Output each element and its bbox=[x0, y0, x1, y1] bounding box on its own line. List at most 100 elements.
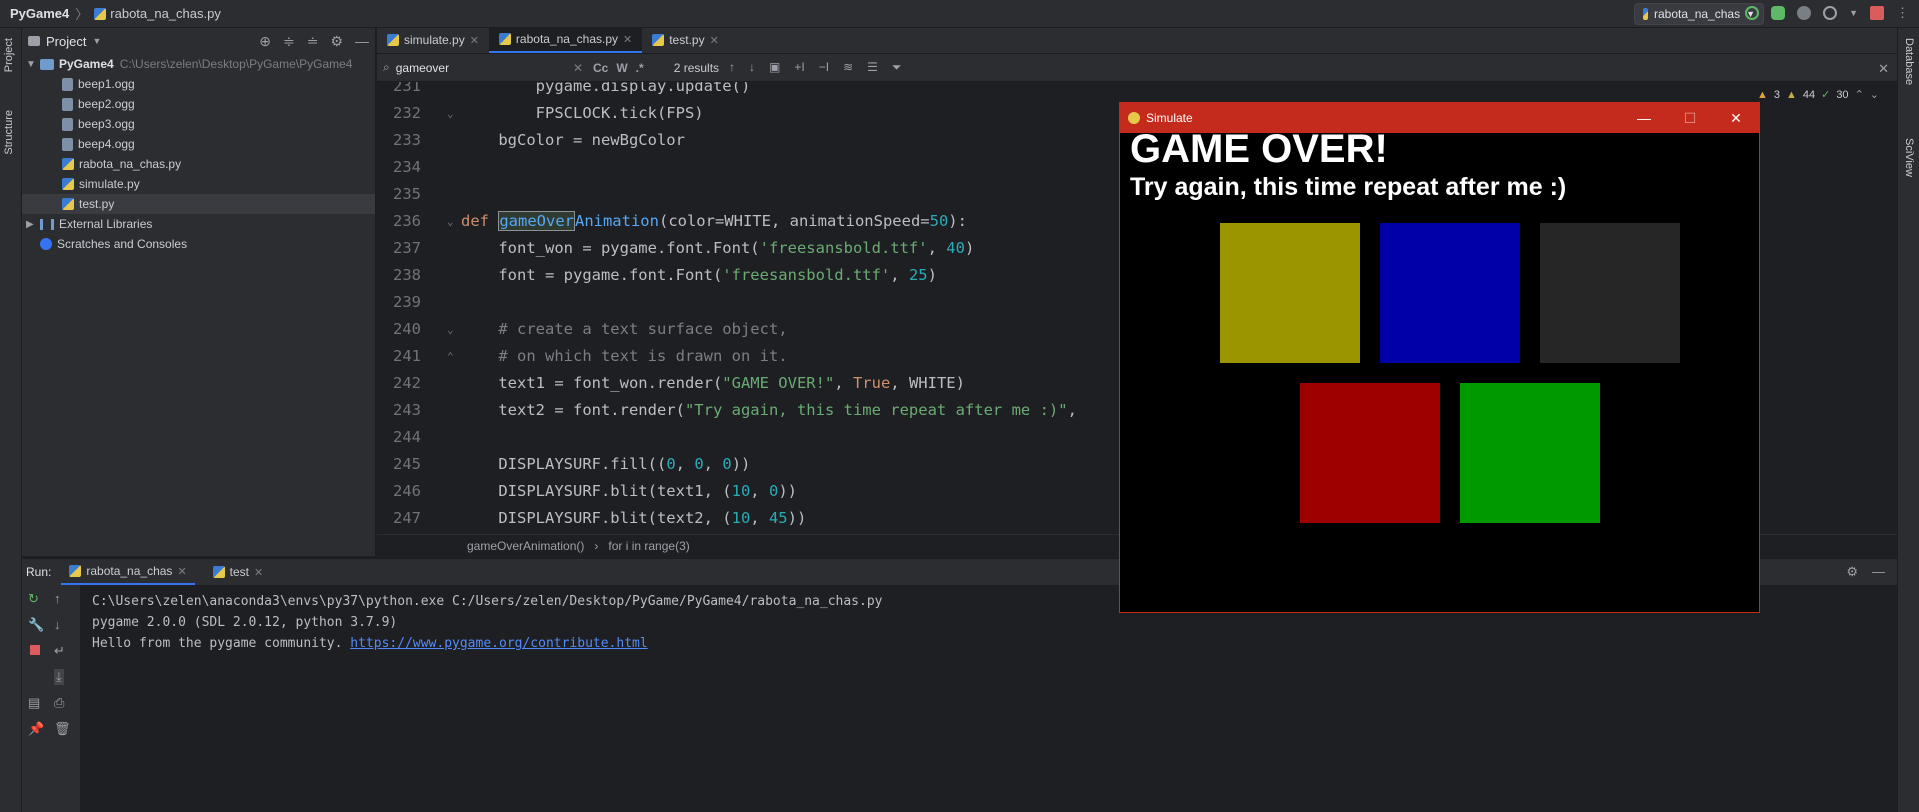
debug-icon[interactable] bbox=[1771, 6, 1786, 20]
print-icon[interactable]: ⎙ bbox=[54, 695, 64, 711]
arrow-up-icon[interactable]: ↑ bbox=[54, 591, 61, 606]
console-output[interactable]: C:\Users\zelen\anaconda3\envs\py37\pytho… bbox=[80, 585, 1897, 812]
close-icon[interactable]: ✕ bbox=[623, 33, 632, 46]
run-tab-test[interactable]: test ✕ bbox=[205, 559, 272, 585]
pin-icon[interactable]: 📌 bbox=[28, 721, 44, 737]
whole-word-toggle[interactable]: W bbox=[616, 61, 627, 75]
close-icon[interactable]: ✕ bbox=[177, 565, 186, 578]
tab-simulate[interactable]: simulate.py ✕ bbox=[377, 27, 489, 53]
tree-item-beep3[interactable]: beep3.ogg bbox=[22, 114, 375, 134]
gray-button[interactable] bbox=[1540, 223, 1680, 363]
add-caret-icon[interactable]: +I bbox=[794, 60, 804, 75]
collapse-all-icon[interactable]: ≐ bbox=[307, 33, 319, 50]
expand-all-icon[interactable]: ≑ bbox=[283, 33, 295, 50]
select-occurrences-icon[interactable]: ≋ bbox=[843, 60, 853, 75]
find-input[interactable]: ⌕ gameover ✕ bbox=[383, 60, 583, 75]
fold-icon[interactable]: ⌄ bbox=[447, 100, 454, 127]
project-name[interactable]: PyGame4 bbox=[10, 6, 69, 21]
chevron-down-icon[interactable]: ▼ bbox=[26, 59, 40, 70]
fold-icon[interactable]: ⌃ bbox=[447, 343, 454, 370]
fold-icon[interactable]: ⌄ bbox=[447, 316, 454, 343]
tree-item-beep4[interactable]: beep4.ogg bbox=[22, 134, 375, 154]
simulate-window[interactable]: Simulate — ☐ ✕ GAME OVER! Try again, thi… bbox=[1119, 102, 1760, 613]
current-file[interactable]: rabota_na_chas.py bbox=[94, 6, 221, 21]
gear-icon[interactable]: ⚙ bbox=[330, 33, 343, 50]
structure-tool-tab[interactable]: Structure bbox=[3, 110, 15, 155]
tree-item-beep1[interactable]: beep1.ogg bbox=[22, 74, 375, 94]
gear-icon[interactable]: ⚙ bbox=[1846, 564, 1858, 580]
match-case-toggle[interactable]: Cc bbox=[593, 61, 608, 75]
tab-label: test.py bbox=[669, 33, 705, 47]
soft-wrap-icon[interactable]: ↵ bbox=[54, 643, 65, 659]
left-tool-strip: Project Structure bbox=[0, 28, 22, 812]
code-text-246: DISPLAYSURF.blit(text1, (10, 0)) bbox=[461, 482, 797, 500]
options-icon[interactable]: ☰ bbox=[867, 60, 878, 75]
filter-icon[interactable]: ⏷ bbox=[892, 60, 902, 75]
run-tab-rabota[interactable]: rabota_na_chas ✕ bbox=[61, 559, 195, 585]
more-actions-icon[interactable]: ⋮ bbox=[1896, 5, 1909, 21]
clear-icon[interactable]: ✕ bbox=[573, 61, 583, 75]
regex-toggle[interactable]: .* bbox=[636, 61, 644, 75]
arrow-up-icon[interactable]: ↑ bbox=[729, 60, 735, 75]
audio-file-icon bbox=[62, 117, 73, 131]
close-icon[interactable]: ✕ bbox=[470, 34, 479, 47]
scroll-to-end-icon[interactable]: ⤓ bbox=[54, 669, 64, 685]
layout-icon[interactable]: ▤ bbox=[28, 695, 40, 711]
line-number: 239 bbox=[393, 293, 421, 311]
tree-item-beep2[interactable]: beep2.ogg bbox=[22, 94, 375, 114]
tree-item-label: test.py bbox=[79, 197, 115, 211]
trash-icon[interactable]: 🗑 bbox=[54, 721, 71, 737]
tree-root[interactable]: ▼ PyGame4 C:\Users\zelen\Desktop\PyGame\… bbox=[22, 54, 375, 74]
pygame-contribute-link[interactable]: https://www.pygame.org/contribute.html bbox=[350, 636, 647, 651]
profile-icon[interactable] bbox=[1823, 6, 1838, 20]
maximize-icon[interactable]: ☐ bbox=[1667, 103, 1713, 133]
rerun-icon[interactable]: ↻ bbox=[28, 591, 39, 607]
yellow-button[interactable] bbox=[1220, 223, 1360, 363]
database-tool-tab[interactable]: Database bbox=[1903, 38, 1915, 85]
more-run-icon[interactable]: ▼ bbox=[1849, 8, 1858, 18]
stop-icon[interactable] bbox=[1870, 6, 1884, 20]
arrow-down-icon[interactable]: ↓ bbox=[54, 617, 61, 632]
chevron-down-icon[interactable]: ▼ bbox=[92, 36, 101, 46]
project-panel-title[interactable]: Project bbox=[46, 34, 86, 49]
try-again-text: Try again, this time repeat after me :) bbox=[1130, 173, 1567, 201]
red-button[interactable] bbox=[1300, 383, 1440, 523]
hide-icon[interactable]: — bbox=[355, 33, 369, 50]
tree-item-rabota[interactable]: rabota_na_chas.py bbox=[22, 154, 375, 174]
line-number: 231 bbox=[393, 82, 421, 95]
minimize-icon[interactable]: — bbox=[1621, 103, 1667, 133]
green-button[interactable] bbox=[1460, 383, 1600, 523]
tab-rabota-na-chas[interactable]: rabota_na_chas.py ✕ bbox=[488, 27, 643, 53]
game-canvas[interactable]: GAME OVER! Try again, this time repeat a… bbox=[1120, 127, 1759, 612]
close-icon[interactable]: ✕ bbox=[254, 566, 263, 579]
blue-button[interactable] bbox=[1380, 223, 1520, 363]
locate-icon[interactable]: ⊕ bbox=[259, 33, 271, 50]
close-icon[interactable]: ✕ bbox=[1713, 103, 1759, 133]
search-icon: ⌕ bbox=[383, 60, 390, 74]
breadcrumb-function[interactable]: gameOverAnimation() bbox=[467, 539, 584, 553]
tree-scratches[interactable]: Scratches and Consoles bbox=[22, 234, 375, 254]
sciview-tool-tab[interactable]: SciView bbox=[1903, 138, 1915, 177]
close-icon[interactable]: ✕ bbox=[710, 34, 719, 47]
tree-item-test[interactable]: test.py bbox=[22, 194, 375, 214]
hide-icon[interactable]: — bbox=[1872, 564, 1885, 580]
arrow-down-icon[interactable]: ↓ bbox=[749, 60, 755, 75]
stop-icon[interactable] bbox=[30, 645, 40, 655]
tab-test[interactable]: test.py ✕ bbox=[642, 27, 729, 53]
scratches-icon bbox=[40, 238, 52, 250]
chevron-right-icon[interactable]: ▶ bbox=[26, 219, 40, 230]
coverage-icon[interactable] bbox=[1797, 6, 1812, 20]
close-icon[interactable]: ✕ bbox=[1878, 61, 1889, 77]
fold-icon[interactable]: ⌄ bbox=[447, 208, 454, 235]
breadcrumb-loop[interactable]: for i in range(3) bbox=[608, 539, 689, 553]
project-panel: Project ▼ ⊕ ≑ ≐ ⚙ — ▼ PyGame4 C:\Users\z… bbox=[22, 28, 376, 556]
project-tool-tab[interactable]: Project bbox=[3, 38, 15, 72]
line-number: 242 bbox=[393, 374, 421, 392]
tree-item-simulate[interactable]: simulate.py bbox=[22, 174, 375, 194]
line-number: 240 bbox=[393, 320, 421, 338]
remove-caret-icon[interactable]: −I bbox=[819, 60, 829, 75]
rerun-icon[interactable] bbox=[1745, 6, 1760, 20]
wrench-icon[interactable]: 🔧 bbox=[28, 617, 44, 633]
tree-external-libraries[interactable]: ▶ External Libraries bbox=[22, 214, 375, 234]
select-all-icon[interactable]: ▣ bbox=[769, 60, 780, 75]
